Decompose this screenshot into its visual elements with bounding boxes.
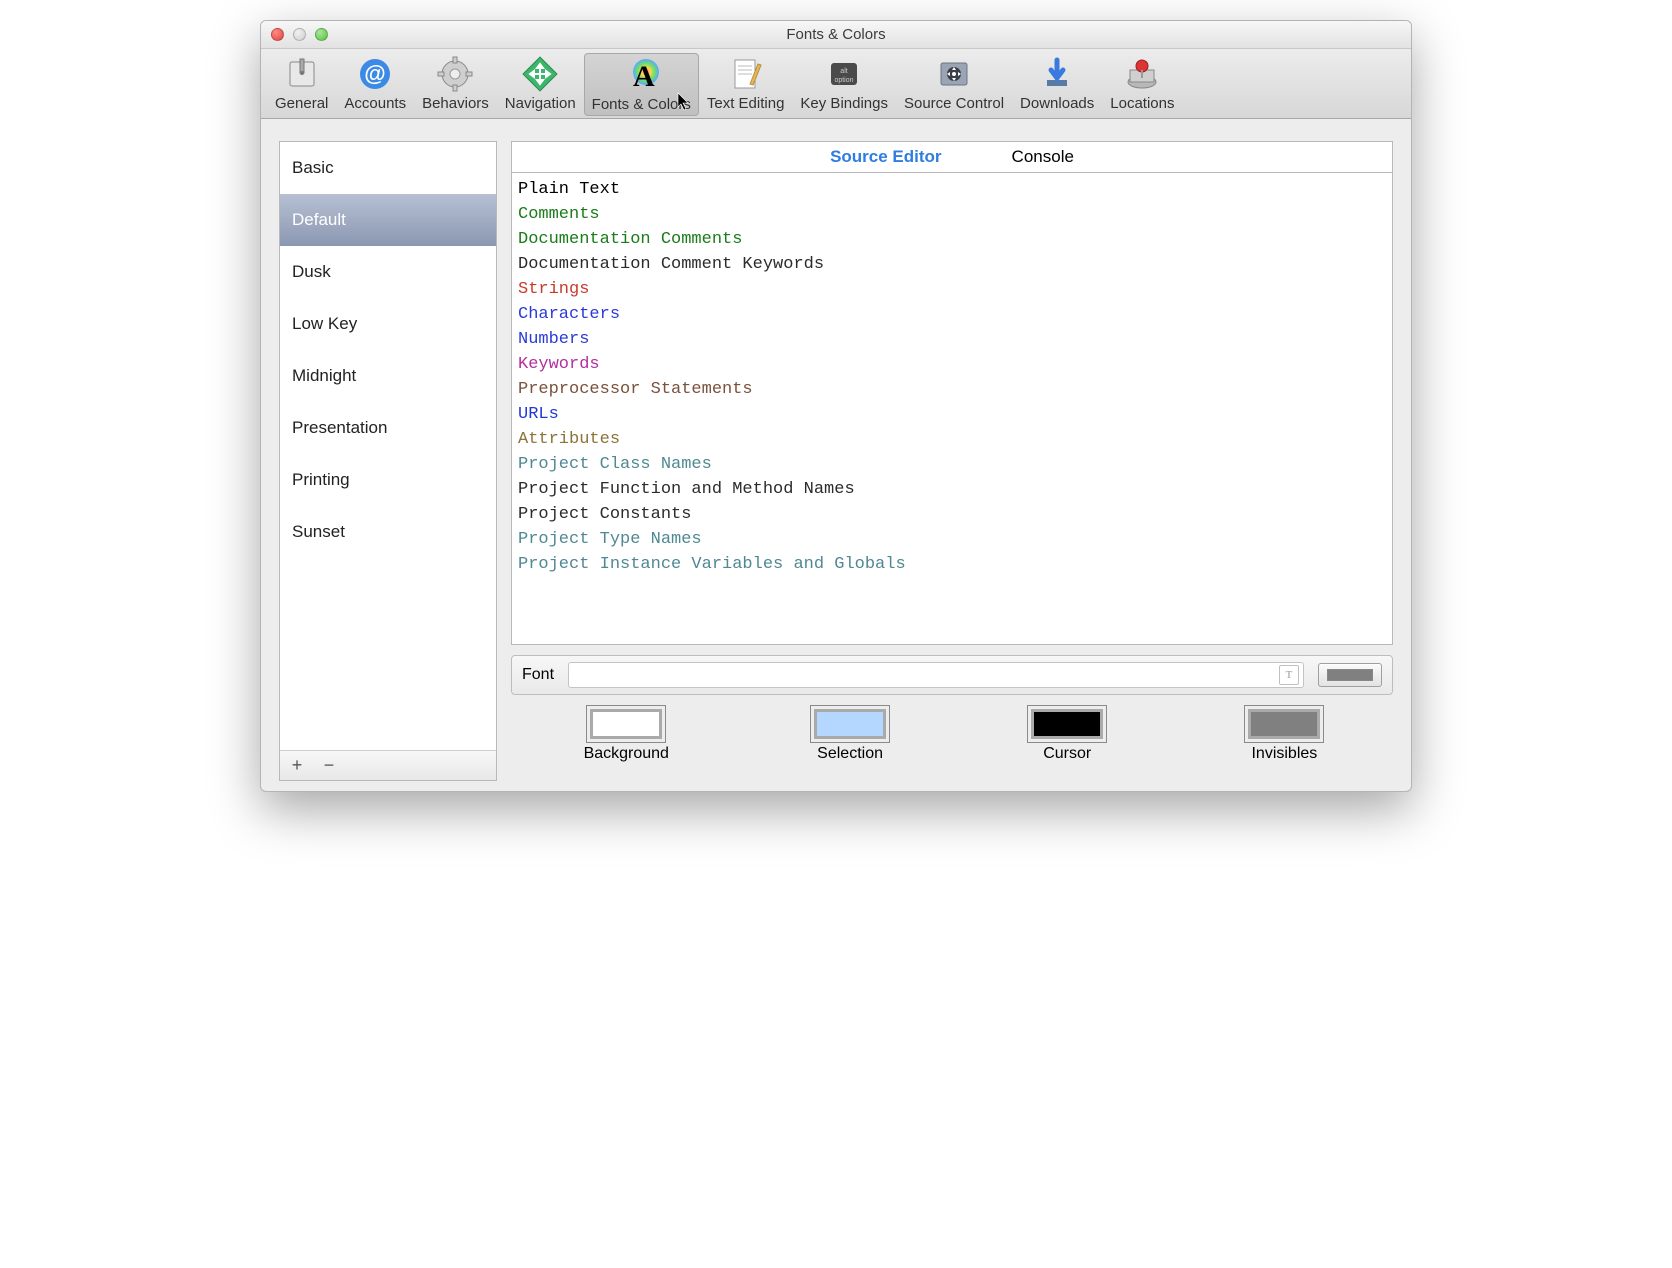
syntax-category[interactable]: Project Type Names <box>512 527 1392 552</box>
toolbar-item-navigation[interactable]: Navigation <box>497 53 584 116</box>
toolbar-item-label: Locations <box>1110 95 1174 112</box>
toolbar-item-label: Text Editing <box>707 95 785 112</box>
toolbar-item-label: Accounts <box>344 95 406 112</box>
invisibles-color-well[interactable] <box>1248 709 1320 739</box>
syntax-category[interactable]: Documentation Comments <box>512 227 1392 252</box>
syntax-category[interactable]: Numbers <box>512 327 1392 352</box>
syntax-category[interactable]: Project Class Names <box>512 452 1392 477</box>
selection-color-well[interactable] <box>814 709 886 739</box>
syntax-category[interactable]: Documentation Comment Keywords <box>512 252 1392 277</box>
accounts-icon: @ <box>353 53 397 95</box>
themes-sidebar: BasicDefaultDuskLow KeyMidnightPresentat… <box>279 141 497 781</box>
add-theme-button[interactable]: + <box>288 755 306 776</box>
color-well-label: Invisibles <box>1251 745 1317 763</box>
tab-console[interactable]: Console <box>1012 147 1074 167</box>
toolbar-item-fonts-colors[interactable]: AFonts & Colors <box>584 53 699 116</box>
syntax-category[interactable]: Project Instance Variables and Globals <box>512 552 1392 577</box>
font-picker-icon[interactable]: T <box>1279 665 1299 685</box>
color-wells-row: Background Selection Cursor Invisibles <box>511 709 1393 775</box>
color-well-background: Background <box>584 709 669 763</box>
tab-source-editor[interactable]: Source Editor <box>830 147 941 167</box>
window-title: Fonts & Colors <box>261 26 1411 43</box>
text-editing-icon <box>724 53 768 95</box>
syntax-category[interactable]: Comments <box>512 202 1392 227</box>
theme-item-presentation[interactable]: Presentation <box>280 402 496 454</box>
font-row: Font T <box>511 655 1393 695</box>
content-area: BasicDefaultDuskLow KeyMidnightPresentat… <box>261 119 1411 791</box>
theme-list: BasicDefaultDuskLow KeyMidnightPresentat… <box>280 142 496 750</box>
toolbar-item-behaviors[interactable]: Behaviors <box>414 53 497 116</box>
toolbar-item-label: Key Bindings <box>800 95 888 112</box>
background-color-well[interactable] <box>590 709 662 739</box>
toolbar-item-general[interactable]: General <box>267 53 336 116</box>
remove-theme-button[interactable]: − <box>320 755 338 776</box>
theme-item-default[interactable]: Default <box>280 194 496 246</box>
text-color-well[interactable] <box>1318 663 1382 687</box>
color-well-cursor: Cursor <box>1031 709 1103 763</box>
preferences-window: Fonts & Colors General @ Accounts Behaviors… <box>260 20 1412 792</box>
toolbar-item-key-bindings[interactable]: alt option Key Bindings <box>792 53 896 116</box>
toolbar-item-label: Behaviors <box>422 95 489 112</box>
color-well-invisibles: Invisibles <box>1248 709 1320 763</box>
theme-item-sunset[interactable]: Sunset <box>280 506 496 558</box>
preferences-toolbar: General @ Accounts Behaviors Navigation AFont… <box>261 49 1411 119</box>
toolbar-item-label: Source Control <box>904 95 1004 112</box>
text-color-chip <box>1327 669 1373 681</box>
syntax-category[interactable]: Plain Text <box>512 177 1392 202</box>
toolbar-item-label: Downloads <box>1020 95 1094 112</box>
cursor-icon <box>677 92 691 116</box>
theme-item-midnight[interactable]: Midnight <box>280 350 496 402</box>
toolbar-item-text-editing[interactable]: Text Editing <box>699 53 793 116</box>
syntax-category[interactable]: Preprocessor Statements <box>512 377 1392 402</box>
syntax-category[interactable]: Keywords <box>512 352 1392 377</box>
behaviors-icon <box>433 53 477 95</box>
toolbar-item-accounts[interactable]: @ Accounts <box>336 53 414 116</box>
svg-text:@: @ <box>364 61 385 86</box>
theme-item-low-key[interactable]: Low Key <box>280 298 496 350</box>
syntax-category[interactable]: Strings <box>512 277 1392 302</box>
font-field[interactable]: T <box>568 662 1304 688</box>
svg-text:alt: alt <box>841 68 848 75</box>
theme-item-basic[interactable]: Basic <box>280 142 496 194</box>
downloads-icon <box>1035 53 1079 95</box>
svg-text:option: option <box>835 77 854 84</box>
editor-tabs: Source Editor Console <box>511 141 1393 173</box>
syntax-category-list[interactable]: Plain TextCommentsDocumentation Comments… <box>511 173 1393 645</box>
svg-text:A: A <box>633 60 655 93</box>
toolbar-item-label: General <box>275 95 328 112</box>
theme-item-printing[interactable]: Printing <box>280 454 496 506</box>
syntax-category[interactable]: Project Constants <box>512 502 1392 527</box>
general-icon <box>280 53 324 95</box>
toolbar-item-downloads[interactable]: Downloads <box>1012 53 1102 116</box>
color-well-label: Selection <box>817 745 883 763</box>
font-label: Font <box>522 666 554 684</box>
color-well-label: Background <box>584 745 669 763</box>
syntax-category[interactable]: Characters <box>512 302 1392 327</box>
syntax-category[interactable]: URLs <box>512 402 1392 427</box>
navigation-icon <box>518 53 562 95</box>
editor-settings-panel: Source EditorConsole Plain TextCommentsD… <box>511 141 1393 781</box>
syntax-category[interactable]: Project Function and Method Names <box>512 477 1392 502</box>
toolbar-item-label: Navigation <box>505 95 576 112</box>
theme-list-footer: + − <box>280 750 496 780</box>
titlebar: Fonts & Colors <box>261 21 1411 49</box>
syntax-category[interactable]: Attributes <box>512 427 1392 452</box>
locations-icon <box>1120 53 1164 95</box>
fonts-colors-icon: A <box>619 54 663 96</box>
color-well-selection: Selection <box>814 709 886 763</box>
cursor-color-well[interactable] <box>1031 709 1103 739</box>
color-well-label: Cursor <box>1043 745 1091 763</box>
toolbar-item-source-control[interactable]: Source Control <box>896 53 1012 116</box>
toolbar-item-locations[interactable]: Locations <box>1102 53 1182 116</box>
key-bindings-icon: alt option <box>822 53 866 95</box>
source-control-icon <box>932 53 976 95</box>
theme-item-dusk[interactable]: Dusk <box>280 246 496 298</box>
